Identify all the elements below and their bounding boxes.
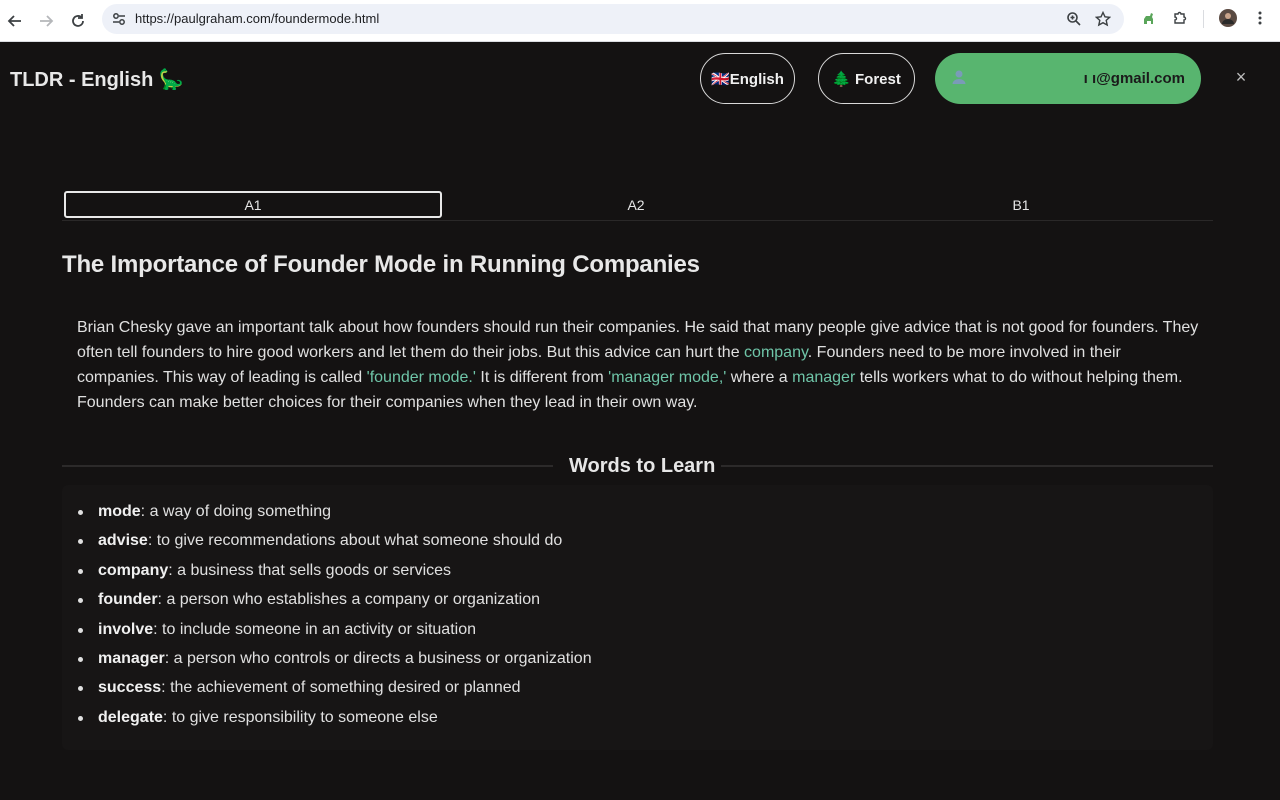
word-definition: : to include someone in an activity or s… xyxy=(153,620,476,638)
toolbar-separator xyxy=(1203,10,1204,28)
article-title: The Importance of Founder Mode in Runnin… xyxy=(62,251,700,278)
section-divider-left xyxy=(62,465,553,467)
word-definition: : a way of doing something xyxy=(140,503,332,520)
back-icon[interactable] xyxy=(3,9,27,33)
level-tabs: A1 A2 B1 xyxy=(62,189,1213,221)
user-account-button[interactable]: ı ı@gmail.com xyxy=(935,53,1201,104)
word-definition: : to give responsibility to someone else xyxy=(162,708,438,726)
zoom-icon[interactable] xyxy=(1065,10,1083,28)
section-divider-right xyxy=(721,465,1213,467)
word-definition: : a business that sells goods or service… xyxy=(168,561,452,579)
vocab-link-founder-mode[interactable]: 'founder mode.' xyxy=(367,369,476,386)
word-term: company xyxy=(98,561,169,579)
forward-icon[interactable] xyxy=(34,9,58,33)
browser-toolbar: https://paulgraham.com/foundermode.html xyxy=(0,0,1280,42)
tab-a1[interactable]: A1 xyxy=(64,191,442,218)
tab-a2[interactable]: A2 xyxy=(445,191,827,218)
word-term: involve xyxy=(98,620,154,638)
word-term: delegate xyxy=(98,708,163,726)
user-email: ı ı@gmail.com xyxy=(1083,70,1185,87)
word-definition: : a person who establishes a company or … xyxy=(157,591,540,609)
vocab-link-manager[interactable]: manager xyxy=(792,369,855,386)
user-avatar-icon xyxy=(951,69,967,85)
article-text: where a xyxy=(726,369,793,386)
theme-button[interactable]: 🌲 Forest xyxy=(818,53,915,104)
word-list: mode: a way of doing something advise: t… xyxy=(77,500,592,735)
word-term: manager xyxy=(98,649,165,667)
reload-icon[interactable] xyxy=(66,9,90,33)
menu-kebab-icon[interactable] xyxy=(1250,8,1270,28)
close-icon[interactable]: × xyxy=(1232,67,1250,87)
list-item: manager: a person who controls or direct… xyxy=(77,647,592,676)
vocab-link-manager-mode[interactable]: 'manager mode,' xyxy=(608,369,726,386)
extensions-puzzle-icon[interactable] xyxy=(1170,8,1190,28)
word-term: founder xyxy=(98,591,158,609)
language-button[interactable]: 🇬🇧English xyxy=(700,53,795,104)
list-item: mode: a way of doing something xyxy=(77,500,592,529)
list-item: founder: a person who establishes a comp… xyxy=(77,588,592,617)
word-definition: : a person who controls or directs a bus… xyxy=(164,649,592,667)
list-item: involve: to include someone in an activi… xyxy=(77,618,592,647)
article-text: It is different from xyxy=(475,369,609,386)
article-body: Brian Chesky gave an important talk abou… xyxy=(77,315,1202,415)
list-item: company: a business that sells goods or … xyxy=(77,559,592,588)
url-text[interactable]: https://paulgraham.com/foundermode.html xyxy=(135,11,379,26)
app-title: TLDR - English 🦕 xyxy=(10,69,184,91)
words-section-title: Words to Learn xyxy=(569,455,716,477)
list-item: advise: to give recommendations about wh… xyxy=(77,529,592,558)
address-bar[interactable]: https://paulgraham.com/foundermode.html xyxy=(102,4,1124,34)
list-item: success: the achievement of something de… xyxy=(77,676,592,705)
word-term: success xyxy=(98,679,162,697)
list-item: delegate: to give responsibility to some… xyxy=(77,706,592,735)
vocab-link-company[interactable]: company xyxy=(744,344,808,361)
tab-b1[interactable]: B1 xyxy=(830,191,1212,218)
bookmark-star-icon[interactable] xyxy=(1094,10,1112,28)
word-term: mode xyxy=(98,503,141,520)
word-definition: : to give recommendations about what som… xyxy=(147,532,563,550)
word-definition: : the achievement of something desired o… xyxy=(161,679,521,697)
profile-avatar[interactable] xyxy=(1218,8,1238,28)
site-settings-icon[interactable] xyxy=(110,10,128,28)
extension-dino-icon[interactable] xyxy=(1138,8,1158,28)
word-term: advise xyxy=(98,532,148,550)
